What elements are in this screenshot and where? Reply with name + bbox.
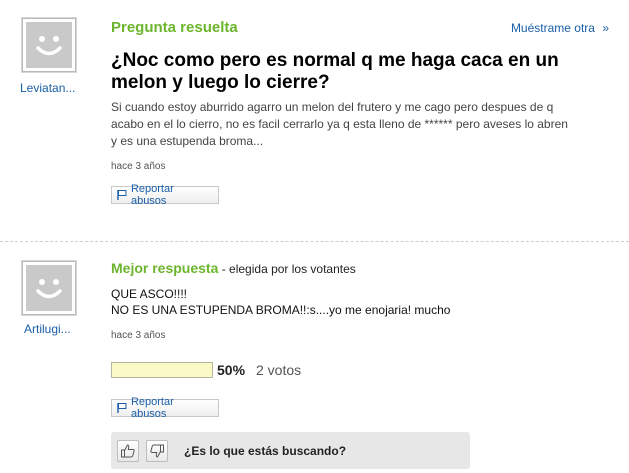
answer-body-line: NO ES UNA ESTUPENDA BROMA!!:s....yo me e… [111,303,451,317]
double-chevron-right-icon: » [602,21,609,35]
report-abuse-label: Reportar abusos [130,396,174,420]
question-body-line: acabo en el lo cierro, no es facil cerra… [111,117,568,131]
section-divider [0,241,629,242]
question-body-line: Si cuando estoy aburrido agarro un melon… [111,100,554,114]
rating-bar: ¿Es lo que estás buscando? [111,432,470,469]
question-report-abuse-button[interactable]: Reportar abusos [111,183,219,207]
best-answer-heading: Mejor respuesta - elegida por los votant… [111,260,356,278]
answer-timestamp: hace 3 años [111,330,166,341]
thumbs-up-icon [121,444,135,458]
answer-user-avatar[interactable] [22,261,76,315]
vote-progress-fill [112,363,162,377]
question-title: ¿Noc como pero es normal q me haga caca … [111,50,559,93]
answer-user-name[interactable]: Artilugi... [24,322,71,336]
best-answer-body: QUE ASCO!!!! NO ES UNA ESTUPENDA BROMA!!… [111,286,591,318]
show-another-link[interactable]: Muéstrame otra » [511,21,609,35]
flag-icon [117,403,127,413]
question-timestamp: hace 3 años [111,161,166,172]
question-body-line: y es una estupenda broma... [111,134,264,148]
avatar-smiley-icon [36,36,62,56]
report-abuse-label: Reportar abusos [130,183,174,207]
chosen-by-voters-label: - elegida por los votantes [218,262,356,276]
show-another-label: Muéstrame otra [510,21,595,35]
best-answer-label: Mejor respuesta [111,260,219,276]
vote-progress-bar [111,362,213,378]
avatar-smiley-icon [36,279,62,299]
answer-body-line: QUE ASCO!!!! [111,287,188,301]
vote-count: 2 votos [256,362,302,378]
question-user-avatar[interactable] [22,18,76,72]
thumbs-down-icon [150,444,164,458]
question-user-name[interactable]: Leviatan... [20,81,75,95]
question-status-heading: Pregunta resuelta [111,19,238,36]
vote-percentage: 50% [217,362,246,378]
question-body: Si cuando estoy aburrido agarro un melon… [111,99,611,150]
answer-report-abuse-button[interactable]: Reportar abusos [111,396,219,420]
thumbs-up-button[interactable] [117,440,139,462]
thumbs-down-button[interactable] [146,440,168,462]
rating-question: ¿Es lo que estás buscando? [184,444,347,458]
flag-icon [117,190,127,200]
